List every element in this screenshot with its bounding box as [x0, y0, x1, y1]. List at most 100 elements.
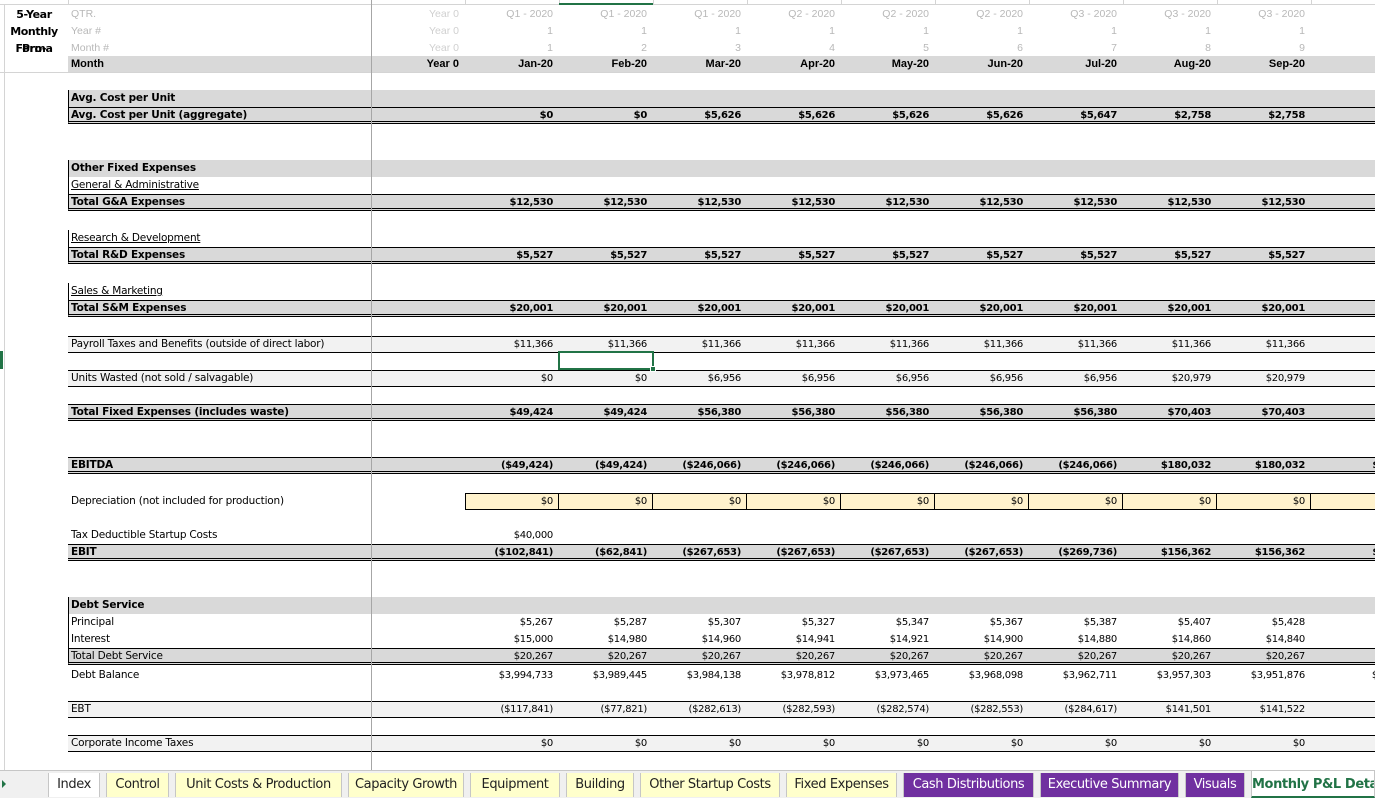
header-month-num-cell[interactable]: 8 — [1123, 40, 1217, 57]
value-cell[interactable]: $11,366 — [465, 336, 559, 353]
value-cell[interactable] — [935, 527, 1029, 544]
value-cell[interactable]: $49,424 — [465, 404, 559, 421]
value-cell[interactable]: ($49,424) — [465, 457, 559, 474]
row-label[interactable]: EBITDA — [68, 457, 371, 474]
header-month-num-cell[interactable]: 1 — [465, 40, 559, 57]
value-cell[interactable]: $180,032 — [1123, 457, 1217, 474]
value-cell[interactable]: $0 — [747, 493, 841, 510]
value-cell[interactable]: $0 — [465, 107, 559, 124]
value-cell[interactable]: $11,366 — [935, 336, 1029, 353]
value-cell[interactable]: ($282,553) — [935, 701, 1029, 718]
value-cell[interactable]: ($246,066) — [747, 457, 841, 474]
row-label[interactable]: Depreciation (not included for productio… — [68, 493, 371, 510]
value-cell[interactable]: ($246,066) — [935, 457, 1029, 474]
header-month-cell[interactable]: Feb-20 — [559, 56, 653, 73]
value-cell[interactable] — [371, 300, 465, 317]
value-cell[interactable]: $0 — [1029, 493, 1123, 510]
row-label[interactable]: Total Fixed Expenses (includes waste) — [68, 404, 371, 421]
value-cell[interactable]: $5,626 — [653, 107, 747, 124]
value-cell[interactable]: $12,530 — [841, 194, 935, 211]
value-cell[interactable]: $20,979 — [1217, 370, 1311, 387]
row-label[interactable]: Avg. Cost per Unit (aggregate) — [68, 107, 371, 124]
value-cell[interactable]: $11,366 — [1217, 336, 1311, 353]
sheet-tab-capacity-growth[interactable]: Capacity Growth — [348, 773, 464, 797]
header-month-num-cell[interactable]: 7 — [1029, 40, 1123, 57]
value-cell[interactable]: $5,347 — [841, 614, 935, 631]
fill-handle[interactable] — [650, 366, 656, 372]
header-qtr-cell[interactable]: Q1 - 2020 — [559, 6, 653, 23]
value-cell[interactable]: $1 — [1311, 336, 1375, 353]
value-cell[interactable]: $20,267 — [747, 648, 841, 665]
value-cell[interactable]: $14,921 — [841, 631, 935, 648]
value-cell[interactable]: $0 — [559, 735, 653, 752]
sheet-tab-unit-costs-production[interactable]: Unit Costs & Production — [175, 773, 342, 797]
header-year-cell[interactable]: 1 — [935, 23, 1029, 40]
row-label[interactable]: Total S&M Expenses — [68, 300, 371, 317]
row-label[interactable]: General & Administrative — [68, 177, 371, 194]
sheet-tab-fixed-expenses[interactable]: Fixed Expenses — [786, 773, 897, 797]
value-cell[interactable]: $11,366 — [841, 336, 935, 353]
value-cell[interactable]: $ — [1311, 107, 1375, 124]
value-cell[interactable]: $6,956 — [1029, 370, 1123, 387]
value-cell[interactable]: $2,758 — [1217, 107, 1311, 124]
value-cell[interactable] — [747, 527, 841, 544]
value-cell[interactable]: $0 — [935, 735, 1029, 752]
value-cell[interactable]: ($117,841) — [465, 701, 559, 718]
column-separator[interactable] — [747, 0, 748, 5]
value-cell[interactable]: $0 — [935, 493, 1029, 510]
value-cell[interactable] — [371, 648, 465, 665]
header-year-cell[interactable]: 1 — [559, 23, 653, 40]
value-cell[interactable]: $0 — [653, 735, 747, 752]
header-month-cell[interactable]: Mar-20 — [653, 56, 747, 73]
sheet-tab-control[interactable]: Control — [106, 773, 169, 797]
sheet-tab-cash-distributions[interactable]: Cash Distributions — [903, 773, 1034, 797]
value-cell[interactable]: $12,530 — [1123, 194, 1217, 211]
header-month-num-cell[interactable]: Year 0 — [371, 40, 465, 57]
row-label[interactable]: Research & Development — [68, 230, 371, 247]
header-year-cell[interactable]: 1 — [841, 23, 935, 40]
value-cell[interactable]: $0 — [1029, 735, 1123, 752]
value-cell[interactable]: ($267,653) — [935, 544, 1029, 561]
value-cell[interactable] — [371, 614, 465, 631]
value-cell[interactable]: $ — [1311, 247, 1375, 264]
row-label[interactable]: Total Debt Service — [68, 648, 371, 665]
value-cell[interactable]: $0 — [747, 735, 841, 752]
sheet-tab-equipment[interactable]: Equipment — [470, 773, 560, 797]
value-cell[interactable]: $2,758 — [1123, 107, 1217, 124]
value-cell[interactable] — [371, 527, 465, 544]
value-cell[interactable]: $20,267 — [935, 648, 1029, 665]
value-cell[interactable]: $0 — [465, 493, 559, 510]
value-cell[interactable]: $20,979 — [1123, 370, 1217, 387]
value-cell[interactable]: $5,527 — [559, 247, 653, 264]
value-cell[interactable]: $5,327 — [747, 614, 841, 631]
row-label[interactable]: Debt Balance — [68, 667, 371, 684]
value-cell[interactable]: $70,403 — [1217, 404, 1311, 421]
value-cell[interactable]: $5,387 — [1029, 614, 1123, 631]
value-cell[interactable]: $14,980 — [559, 631, 653, 648]
value-cell[interactable]: $156,362 — [1217, 544, 1311, 561]
value-cell[interactable]: $5,626 — [841, 107, 935, 124]
value-cell[interactable]: $0 — [653, 493, 747, 510]
value-cell[interactable]: ($282,613) — [653, 701, 747, 718]
value-cell[interactable]: $20,001 — [747, 300, 841, 317]
header-month-cell[interactable]: May-20 — [841, 56, 935, 73]
value-cell[interactable]: ($282,574) — [841, 701, 935, 718]
header-year-cell[interactable]: 1 — [465, 23, 559, 40]
header-qtr-cell[interactable]: Q4 - — [1311, 6, 1375, 23]
header-month-num-cell[interactable]: 2 — [559, 40, 653, 57]
value-cell[interactable]: ($269,736) — [1029, 544, 1123, 561]
value-cell[interactable]: $5,527 — [1123, 247, 1217, 264]
header-year-cell[interactable]: 1 — [1029, 23, 1123, 40]
header-qtr-cell[interactable]: Q1 - 2020 — [653, 6, 747, 23]
spreadsheet-grid[interactable]: 5-Year Monthly Pro- Forma QTR. Year 0 Q1 … — [0, 0, 1375, 770]
header-qtr-cell[interactable]: Q3 - 2020 — [1029, 6, 1123, 23]
sheet-tab-monthly-p-l-deta[interactable]: Monthly P&L Deta — [1251, 771, 1375, 798]
header-month-cell[interactable]: Year 0 — [371, 56, 465, 73]
value-cell[interactable]: $70,403 — [1123, 404, 1217, 421]
value-cell[interactable]: $5,647 — [1029, 107, 1123, 124]
value-cell[interactable] — [1311, 493, 1375, 510]
value-cell[interactable] — [371, 735, 465, 752]
value-cell[interactable]: $11,366 — [1123, 336, 1217, 353]
value-cell[interactable]: $20,267 — [653, 648, 747, 665]
column-separator[interactable] — [1029, 0, 1030, 5]
